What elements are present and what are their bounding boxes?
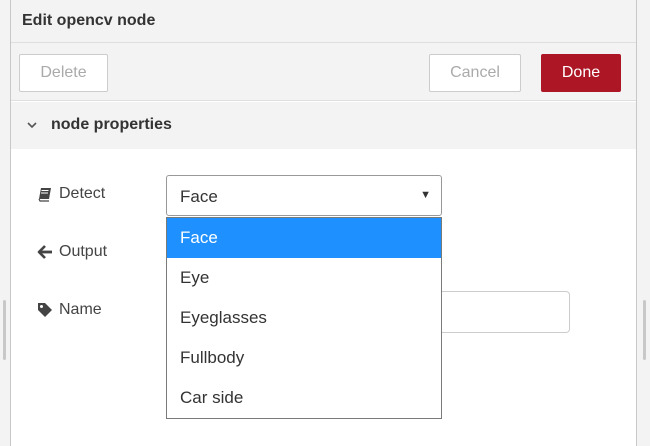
book-icon	[38, 188, 51, 202]
output-label: Output	[59, 243, 108, 260]
dropdown-option-face[interactable]: Face	[167, 218, 441, 258]
section-label: node properties	[51, 116, 172, 133]
dropdown-option-eyeglasses[interactable]: Eyeglasses	[167, 298, 441, 338]
dropdown-option-eye[interactable]: Eye	[167, 258, 441, 298]
left-resize-grip[interactable]	[3, 300, 6, 360]
delete-button[interactable]: Delete	[19, 54, 108, 92]
node-properties-section-header[interactable]: node properties	[11, 102, 636, 149]
name-label: Name	[59, 301, 102, 318]
output-row-label: Output	[37, 243, 107, 261]
tray-title: Edit opencv node	[22, 12, 156, 29]
dropdown-option-car-side[interactable]: Car side	[167, 378, 441, 418]
cancel-button[interactable]: Cancel	[429, 54, 521, 92]
right-resize-grip[interactable]	[643, 300, 646, 360]
done-button[interactable]: Done	[541, 54, 621, 92]
arrow-left-icon	[37, 245, 52, 259]
tray-toolbar: Delete Cancel Done	[11, 43, 636, 101]
tag-icon	[38, 303, 52, 317]
detect-select[interactable]: Face ▼	[166, 175, 442, 216]
detect-row-label: Detect	[37, 185, 105, 203]
caret-down-icon: ▼	[420, 189, 431, 201]
tray-header: Edit opencv node	[11, 0, 636, 43]
chevron-down-icon	[27, 122, 37, 129]
name-row-label: Name	[37, 301, 102, 319]
detect-label: Detect	[59, 185, 106, 202]
name-input[interactable]	[441, 291, 570, 333]
dropdown-option-fullbody[interactable]: Fullbody	[167, 338, 441, 378]
detect-dropdown-list: Face Eye Eyeglasses Fullbody Car side	[166, 217, 442, 419]
edit-node-tray: Edit opencv node Delete Cancel Done node…	[10, 0, 637, 446]
detect-select-value: Face	[180, 187, 218, 206]
